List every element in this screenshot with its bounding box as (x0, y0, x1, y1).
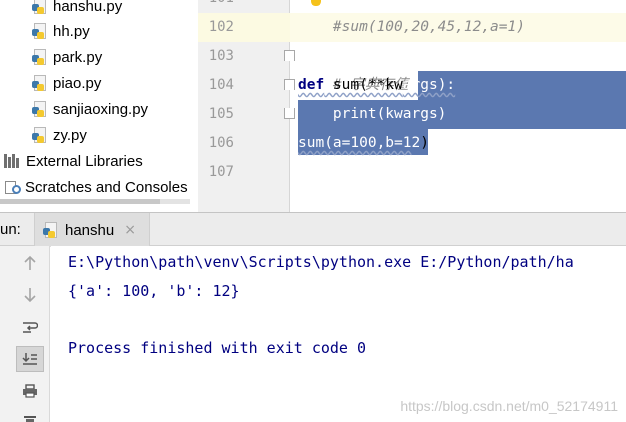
soft-wrap-icon[interactable] (16, 314, 44, 340)
project-tree: hanshu.py hh.py park.py piao.py sanjiaox… (0, 0, 198, 204)
python-file-icon (32, 75, 48, 91)
console-exit-message: Process finished with exit code 0 (68, 339, 367, 357)
python-file-icon (32, 0, 48, 14)
line-number: 104 (208, 77, 234, 93)
scratches-icon (5, 179, 21, 195)
tree-file-label: hh.py (53, 22, 90, 40)
run-tab-label: hanshu (65, 221, 115, 239)
close-icon[interactable]: × (124, 222, 136, 238)
arrow-down-icon[interactable] (16, 282, 44, 308)
line-number: 102 (208, 19, 234, 35)
python-file-icon (32, 49, 48, 65)
tree-file-label: zy.py (53, 126, 87, 144)
code-text-selected: sum(a=100,b=1 (298, 135, 412, 151)
code-text-selected: 2 (411, 135, 421, 151)
tree-file-piao[interactable]: piao.py (32, 70, 101, 96)
python-file-icon (32, 23, 48, 39)
console-command-line: E:\Python\path\venv\Scripts\python.exe E… (68, 253, 574, 271)
tree-horizontal-scrollbar-thumb[interactable] (0, 199, 160, 204)
run-toolbar (0, 246, 50, 422)
tree-scratches[interactable]: Scratches and Consoles (0, 174, 188, 200)
run-console[interactable]: E:\Python\path\venv\Scripts\python.exe E… (51, 246, 626, 422)
line-number: 107 (208, 164, 234, 180)
code-line-101: #sum(100,20,45,12,a=1) (298, 0, 525, 35)
code-line-105: print(kwargs) (298, 100, 447, 129)
code-keyword: def (298, 77, 325, 93)
run-panel-label: un: (0, 221, 21, 238)
code-comment: #sum(100,20,45,12,a=1) (332, 19, 525, 35)
print-icon[interactable] (16, 378, 44, 404)
python-file-icon (43, 222, 59, 238)
tree-item-label: External Libraries (26, 152, 143, 170)
tree-file-park[interactable]: park.py (32, 44, 102, 70)
code-editor[interactable]: 101 102 103 104 105 106 107 #sum(100,20,… (198, 0, 626, 212)
tree-item-label: Scratches and Consoles (25, 178, 188, 196)
python-file-icon (32, 101, 48, 117)
code-line-106: sum(a=100,b=12) (298, 129, 429, 158)
python-file-icon (32, 127, 48, 143)
line-number: 106 (208, 135, 234, 151)
watermark: https://blog.csdn.net/m0_52174911 (400, 398, 618, 414)
console-output-line: {'a': 100, 'b': 12} (68, 282, 240, 300)
fold-marker-icon[interactable] (284, 50, 295, 61)
code-text: ) (420, 135, 429, 151)
line-number: 103 (208, 48, 234, 64)
tree-file-hanshu[interactable]: hanshu.py (32, 0, 122, 19)
run-tab-hanshu[interactable]: hanshu × (34, 213, 150, 247)
code-text: sum(**kw (324, 77, 403, 93)
line-number: 105 (208, 106, 234, 122)
tree-file-label: park.py (53, 48, 103, 66)
code-text-selected: print(kwargs) (298, 106, 447, 122)
run-tool-header: un: hanshu × (0, 212, 626, 247)
tree-file-label: piao.py (53, 74, 102, 92)
tree-file-hh[interactable]: hh.py (32, 18, 90, 44)
scroll-to-end-icon[interactable] (16, 346, 44, 372)
tree-file-label: sanjiaoxing.py (53, 100, 149, 118)
delete-icon[interactable] (16, 408, 44, 422)
tree-external-libraries[interactable]: External Libraries (0, 148, 143, 174)
tree-file-label: hanshu.py (53, 0, 123, 15)
tree-file-zy[interactable]: zy.py (32, 122, 87, 148)
code-line-103: # 字典存值 (298, 42, 408, 93)
tree-file-sanjiaoxing[interactable]: sanjiaoxing.py (32, 96, 148, 122)
library-icon (4, 154, 22, 168)
line-number: 101 (198, 0, 234, 13)
arrow-up-icon[interactable] (16, 250, 44, 276)
fold-marker-icon[interactable] (284, 79, 295, 90)
fold-marker-icon[interactable] (284, 108, 295, 119)
code-text-selected: args): (402, 77, 456, 93)
code-line-104: def sum(**kwargs): (298, 71, 455, 100)
